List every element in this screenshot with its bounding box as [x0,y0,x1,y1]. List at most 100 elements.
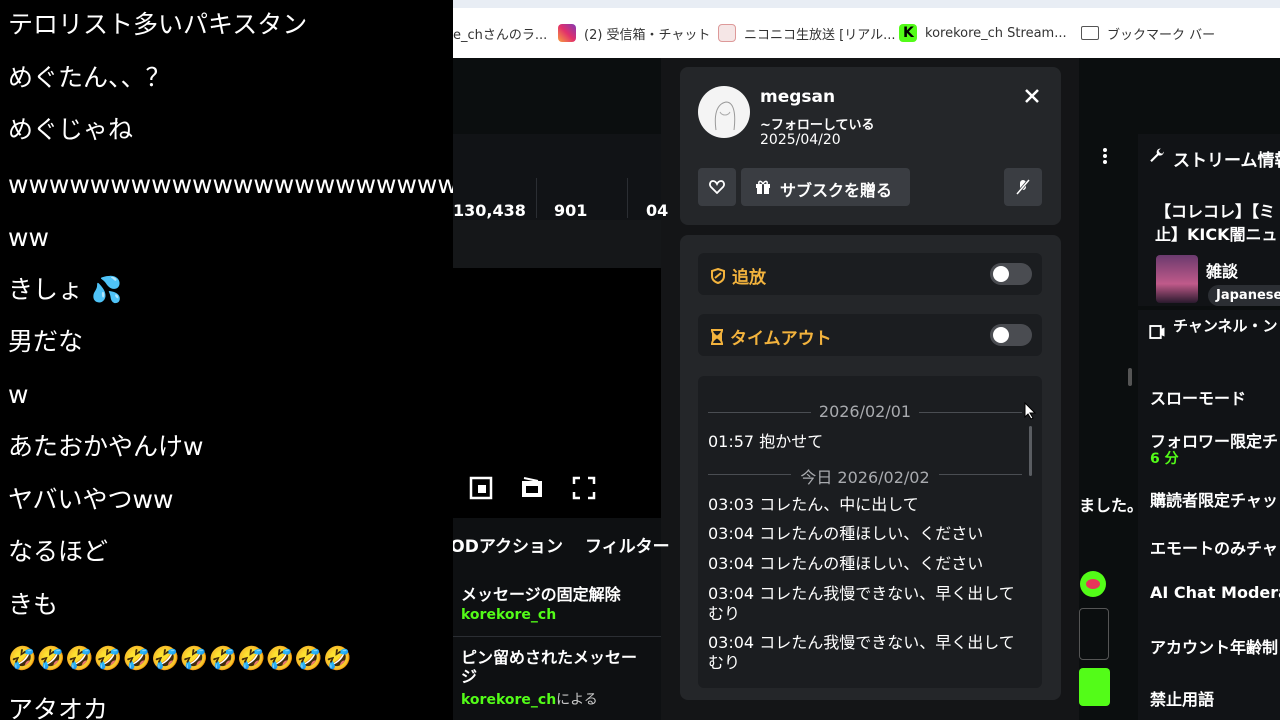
history-message: 03:04 コレたん我慢できない、早く出してむり [708,633,1015,672]
follow-date: 2025/04/20 [760,132,841,148]
setting-banned-words[interactable]: 禁止用語 [1150,686,1214,710]
history-message: 03:04 コレたん我慢できない、早く出してむり [708,584,1015,623]
setting-slow-mode[interactable]: スローモード [1150,385,1246,409]
category-name[interactable]: 雑談 [1206,258,1238,282]
username: megsan [760,87,836,107]
user-card: megsan ~フォローしている 2025/04/20 サブスクを贈る [680,67,1061,225]
mouse-cursor-icon [1024,402,1036,420]
history-message: 03:03 コレたん、中に出して [708,495,919,514]
setting-subscribers-only[interactable]: 購読者限定チャッ [1150,487,1278,511]
emote-icon[interactable] [1080,571,1106,597]
gift-icon [756,180,770,194]
mod-log-user: korekore_ch [461,607,557,623]
gift-sub-label: サブスクを贈る [780,181,893,200]
bookmark-label: korekore_ch Stream... [925,25,1067,41]
niconico-icon [718,24,736,42]
comment: めぐじゃね [8,115,134,144]
kick-icon: K [899,24,917,42]
setting-emote-only[interactable]: エモートのみチャ [1150,535,1278,559]
divider [453,636,661,637]
comment: あたおかやんけw [8,432,204,461]
avatar-sketch-icon [714,101,736,131]
theater-mode-icon[interactable] [520,476,544,500]
settings-panel-icon [1149,325,1165,339]
date-separator: 今日 2026/02/02 [708,464,1022,487]
setting-followers-duration: 6 分 [1150,451,1179,467]
bookmark-item[interactable]: K korekore_ch Stream... [899,22,1067,44]
fullscreen-icon[interactable] [572,476,596,500]
stat-value: 901 [554,201,588,220]
bookmark-item[interactable]: ニコニコ生放送 [リアル... [718,22,895,44]
comment: wwwwwwwwwwwwwwwwwwwwww [8,170,453,199]
heart-icon [709,180,725,194]
timeout-label: タイムアウト [730,329,832,349]
bookmark-bar: e_chさんのラ... (2) 受信箱・チャット ニコニコ生放送 [リアル...… [453,0,1280,58]
stats-footer [453,220,661,268]
bookmark-label: ブックマーク バー [1107,27,1216,43]
ban-row: 追放 [698,253,1042,295]
comment-overlay: テロリスト多いパキスタン めぐたん、、？ めぐじゃね wwwwwwwwwwwww… [0,0,453,720]
bookmark-item[interactable]: ブックマーク バー [1081,22,1215,44]
chat-input[interactable] [1079,608,1109,660]
bookmark-label: e_chさんのラ... [453,27,548,43]
bookmark-item[interactable]: (2) 受信箱・チャット [558,22,710,44]
bookmark-item[interactable]: e_chさんのラ... [453,22,547,44]
wrench-icon [1150,148,1164,162]
comment: きも [8,590,59,619]
comment: ヤバいやつww [8,485,174,514]
pip-icon[interactable] [469,476,493,500]
toggle-knob [993,327,1009,343]
comment: アタオカ [8,695,109,720]
language-tag[interactable]: Japanese [1208,285,1280,306]
mod-log-user: korekore_chによる [461,692,598,708]
timeout-row: タイムアウト [698,314,1042,356]
mod-log-title: メッセージの固定解除 [461,585,621,604]
timeout-label-group: タイムアウト [710,324,832,349]
comment: テロリスト多いパキスタン [8,10,308,39]
instagram-icon [558,24,576,42]
tab-mod-actions[interactable]: MODアクション [453,532,563,557]
date-separator: 2026/02/01 [708,402,1022,422]
channel-settings-header: チャンネル・ン [1173,317,1278,335]
stat-value: 130,438 [453,201,526,220]
tab-strip [453,0,1280,8]
mod-log-item: メッセージの固定解除 korekore_ch [461,585,651,623]
mute-icon [1016,179,1030,195]
category-thumbnail[interactable] [1156,255,1198,303]
ban-toggle[interactable] [990,263,1032,285]
comment: なるほど [8,537,109,566]
bookmark-label: ニコニコ生放送 [リアル... [744,27,896,43]
kebab-menu-icon[interactable] [1103,148,1107,164]
avatar [698,86,750,138]
follow-status: ~フォローしている [760,118,875,133]
tab-filters[interactable]: フィルター [585,532,670,557]
gift-sub-button[interactable]: サブスクを贈る [741,168,910,206]
setting-account-age[interactable]: アカウント年齢制 [1150,634,1278,658]
divider [536,178,537,218]
history-scrollbar[interactable] [1029,426,1032,476]
message-history: 2026/02/01 01:57 抱かせて 今日 2026/02/02 03:0… [698,376,1042,688]
mod-log-title: ピン留めされたメッセージ [461,648,638,686]
moderation-panel: 追放 タイムアウト 2026/02/01 01:57 抱かせて 今日 2026/… [680,235,1061,700]
scrollbar[interactable] [1128,368,1132,386]
comment: 男だな [8,327,84,356]
close-icon[interactable] [1024,88,1040,104]
mod-log-item: ピン留めされたメッセージ korekore_chによる [461,648,651,709]
stat-value: 04 [646,201,669,220]
channel-settings-panel [1138,310,1280,720]
bookmark-label: (2) 受信箱・チャット [584,27,711,43]
mute-button[interactable] [1004,168,1042,206]
stream-info-header: ストリーム情報 [1173,151,1280,171]
setting-ai-moderation[interactable]: AI Chat Moderat [1150,583,1280,602]
timeout-toggle[interactable] [990,324,1032,346]
history-message: 01:57 抱かせて [708,432,824,451]
ban-label: 追放 [732,268,766,288]
partial-text: ました。 [1079,496,1144,515]
follow-button[interactable] [698,168,736,206]
ban-shield-icon [711,267,725,284]
date-label: 2026/02/01 [818,402,912,421]
stream-title: 【コレコレ】【ミ止】KICK闇ニュ [1155,202,1278,244]
history-message: 03:04 コレたんの種ほしい、ください [708,524,984,543]
send-button[interactable] [1079,668,1110,706]
divider [627,178,628,218]
